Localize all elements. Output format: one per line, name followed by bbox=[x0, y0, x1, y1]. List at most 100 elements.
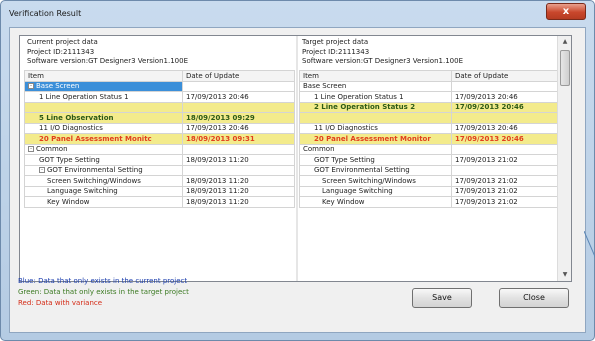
column-header-date[interactable]: Date of Update bbox=[451, 70, 558, 82]
item-cell[interactable]: Key Window bbox=[299, 196, 452, 208]
date-cell[interactable] bbox=[182, 164, 295, 176]
item-label: Screen Switching/Windows bbox=[47, 176, 141, 185]
item-cell[interactable]: - Base Screen bbox=[24, 80, 183, 92]
date-cell[interactable]: 17/09/2013 21:02 bbox=[451, 196, 558, 208]
date-cell[interactable] bbox=[451, 143, 558, 155]
column-header-date[interactable]: Date of Update bbox=[182, 70, 295, 82]
item-label: Language Switching bbox=[322, 187, 393, 196]
item-cell[interactable]: GOT Environmental Setting bbox=[299, 164, 452, 176]
table-row[interactable]: Screen Switching/Windows 18/09/2013 11:20 bbox=[24, 175, 295, 187]
table-row[interactable]: 20 Panel Assessment Monitc 18/09/2013 09:… bbox=[24, 133, 295, 145]
date-cell[interactable]: 18/09/2013 11:20 bbox=[182, 196, 295, 208]
date-cell[interactable] bbox=[182, 143, 295, 155]
date-cell[interactable]: 17/09/2013 20:46 bbox=[451, 122, 558, 134]
table-row[interactable]: 11 I/O Diagnostics 17/09/2013 20:46 bbox=[299, 122, 558, 134]
table-row[interactable]: GOT Environmental Setting bbox=[299, 164, 558, 176]
date-cell[interactable] bbox=[182, 101, 295, 113]
date-cell[interactable]: 17/09/2013 20:46 bbox=[182, 91, 295, 103]
item-cell[interactable]: 20 Panel Assessment Monitc bbox=[24, 133, 183, 145]
table-row[interactable]: GOT Type Setting 18/09/2013 11:20 bbox=[24, 154, 295, 166]
date-cell[interactable]: 18/09/2013 09:29 bbox=[182, 112, 295, 124]
column-header-item[interactable]: Item bbox=[24, 70, 183, 82]
item-cell[interactable]: Language Switching bbox=[299, 185, 452, 197]
item-label: 20 Panel Assessment Monitor bbox=[314, 134, 431, 143]
item-label: Screen Switching/Windows bbox=[322, 176, 416, 185]
item-cell[interactable]: Language Switching bbox=[24, 185, 183, 197]
table-row[interactable]: - Common bbox=[24, 143, 295, 155]
item-label: GOT Environmental Setting bbox=[314, 166, 410, 175]
item-cell[interactable]: 11 I/O Diagnostics bbox=[299, 122, 452, 134]
table-row[interactable]: 1 Line Operation Status 1 17/09/2013 20:4… bbox=[24, 91, 295, 103]
item-cell[interactable]: Screen Switching/Windows bbox=[299, 175, 452, 187]
date-cell[interactable] bbox=[451, 164, 558, 176]
table-row[interactable]: 5 Line Observation 18/09/2013 09:29 bbox=[24, 112, 295, 124]
scroll-down-arrow-icon[interactable]: ▼ bbox=[561, 271, 569, 279]
date-cell[interactable]: 17/09/2013 21:02 bbox=[451, 154, 558, 166]
current-software-version: Software version:GT Designer3 Version1.1… bbox=[27, 57, 188, 65]
dialog-body: Current project data Project ID:2111343 … bbox=[9, 27, 586, 333]
table-row[interactable]: 11 I/O Diagnostics 17/09/2013 20:46 bbox=[24, 122, 295, 134]
item-cell[interactable]: 20 Panel Assessment Monitor bbox=[299, 133, 452, 145]
table-row[interactable]: - GOT Environmental Setting bbox=[24, 164, 295, 176]
table-row[interactable] bbox=[24, 101, 295, 113]
collapse-toggle-icon[interactable]: - bbox=[28, 146, 34, 153]
collapse-toggle-icon[interactable]: - bbox=[39, 167, 45, 174]
verification-result-dialog: Verification Result x Current project da… bbox=[0, 0, 595, 341]
window-close-button[interactable]: x bbox=[546, 3, 586, 20]
table-row[interactable]: Screen Switching/Windows 17/09/2013 21:02 bbox=[299, 175, 558, 187]
vertical-scrollbar[interactable]: ▲ ▼ bbox=[557, 36, 571, 281]
item-label: 5 Line Observation bbox=[39, 113, 114, 122]
item-cell[interactable] bbox=[299, 112, 452, 124]
scrollbar-thumb[interactable] bbox=[560, 50, 570, 86]
date-cell[interactable]: 17/09/2013 20:46 bbox=[451, 101, 558, 113]
close-button[interactable]: Close bbox=[499, 288, 569, 308]
item-cell[interactable]: GOT Type Setting bbox=[299, 154, 452, 166]
collapse-toggle-icon[interactable]: - bbox=[28, 83, 34, 90]
target-software-version: Software version:GT Designer3 Version1.1… bbox=[302, 57, 463, 65]
date-cell[interactable]: 17/09/2013 21:02 bbox=[451, 175, 558, 187]
item-cell[interactable]: Key Window bbox=[24, 196, 183, 208]
date-cell[interactable]: 18/09/2013 11:20 bbox=[182, 154, 295, 166]
date-cell[interactable]: 17/09/2013 20:46 bbox=[451, 91, 558, 103]
table-row[interactable]: Key Window 17/09/2013 21:02 bbox=[299, 196, 558, 208]
date-cell[interactable] bbox=[451, 80, 558, 92]
table-row[interactable]: 20 Panel Assessment Monitor 17/09/2013 20… bbox=[299, 133, 558, 145]
date-cell[interactable]: 17/09/2013 21:02 bbox=[451, 185, 558, 197]
current-project-id: Project ID:2111343 bbox=[27, 47, 95, 56]
table-row[interactable]: Language Switching 17/09/2013 21:02 bbox=[299, 185, 558, 197]
date-cell[interactable]: 18/09/2013 09:31 bbox=[182, 133, 295, 145]
item-cell[interactable]: Base Screen bbox=[299, 80, 452, 92]
date-cell[interactable] bbox=[182, 80, 295, 92]
date-cell[interactable]: 17/09/2013 20:46 bbox=[451, 133, 558, 145]
item-cell[interactable]: 5 Line Observation bbox=[24, 112, 183, 124]
table-row[interactable]: GOT Type Setting 17/09/2013 21:02 bbox=[299, 154, 558, 166]
table-row[interactable]: Key Window 18/09/2013 11:20 bbox=[24, 196, 295, 208]
table-row[interactable]: 1 Line Operation Status 1 17/09/2013 20:4… bbox=[299, 91, 558, 103]
date-cell[interactable]: 17/09/2013 20:46 bbox=[182, 122, 295, 134]
item-cell[interactable]: - Common bbox=[24, 143, 183, 155]
table-row[interactable]: Language Switching 18/09/2013 11:20 bbox=[24, 185, 295, 197]
item-cell[interactable]: Common bbox=[299, 143, 452, 155]
item-cell[interactable]: 11 I/O Diagnostics bbox=[24, 122, 183, 134]
title-bar[interactable]: Verification Result x bbox=[1, 1, 594, 27]
table-row[interactable]: Common bbox=[299, 143, 558, 155]
scroll-up-arrow-icon[interactable]: ▲ bbox=[561, 38, 569, 46]
column-header-item[interactable]: Item bbox=[299, 70, 452, 82]
target-project-label: Target project data bbox=[302, 38, 369, 46]
item-cell[interactable]: GOT Type Setting bbox=[24, 154, 183, 166]
date-cell[interactable]: 18/09/2013 11:20 bbox=[182, 175, 295, 187]
item-cell[interactable]: 1 Line Operation Status 1 bbox=[24, 91, 183, 103]
date-cell[interactable]: 18/09/2013 11:20 bbox=[182, 185, 295, 197]
save-button[interactable]: Save bbox=[412, 288, 472, 308]
item-cell[interactable]: - GOT Environmental Setting bbox=[24, 164, 183, 176]
table-row[interactable]: - Base Screen bbox=[24, 80, 295, 92]
table-row[interactable] bbox=[299, 112, 558, 124]
item-cell[interactable]: Screen Switching/Windows bbox=[24, 175, 183, 187]
item-cell[interactable]: 1 Line Operation Status 1 bbox=[299, 91, 452, 103]
item-label: 1 Line Operation Status 1 bbox=[314, 92, 404, 101]
item-cell[interactable] bbox=[24, 101, 183, 113]
item-cell[interactable]: 2 Line Operation Status 2 bbox=[299, 101, 452, 113]
date-cell[interactable] bbox=[451, 112, 558, 124]
table-row[interactable]: 2 Line Operation Status 2 17/09/2013 20:4… bbox=[299, 101, 558, 113]
table-row[interactable]: Base Screen bbox=[299, 80, 558, 92]
